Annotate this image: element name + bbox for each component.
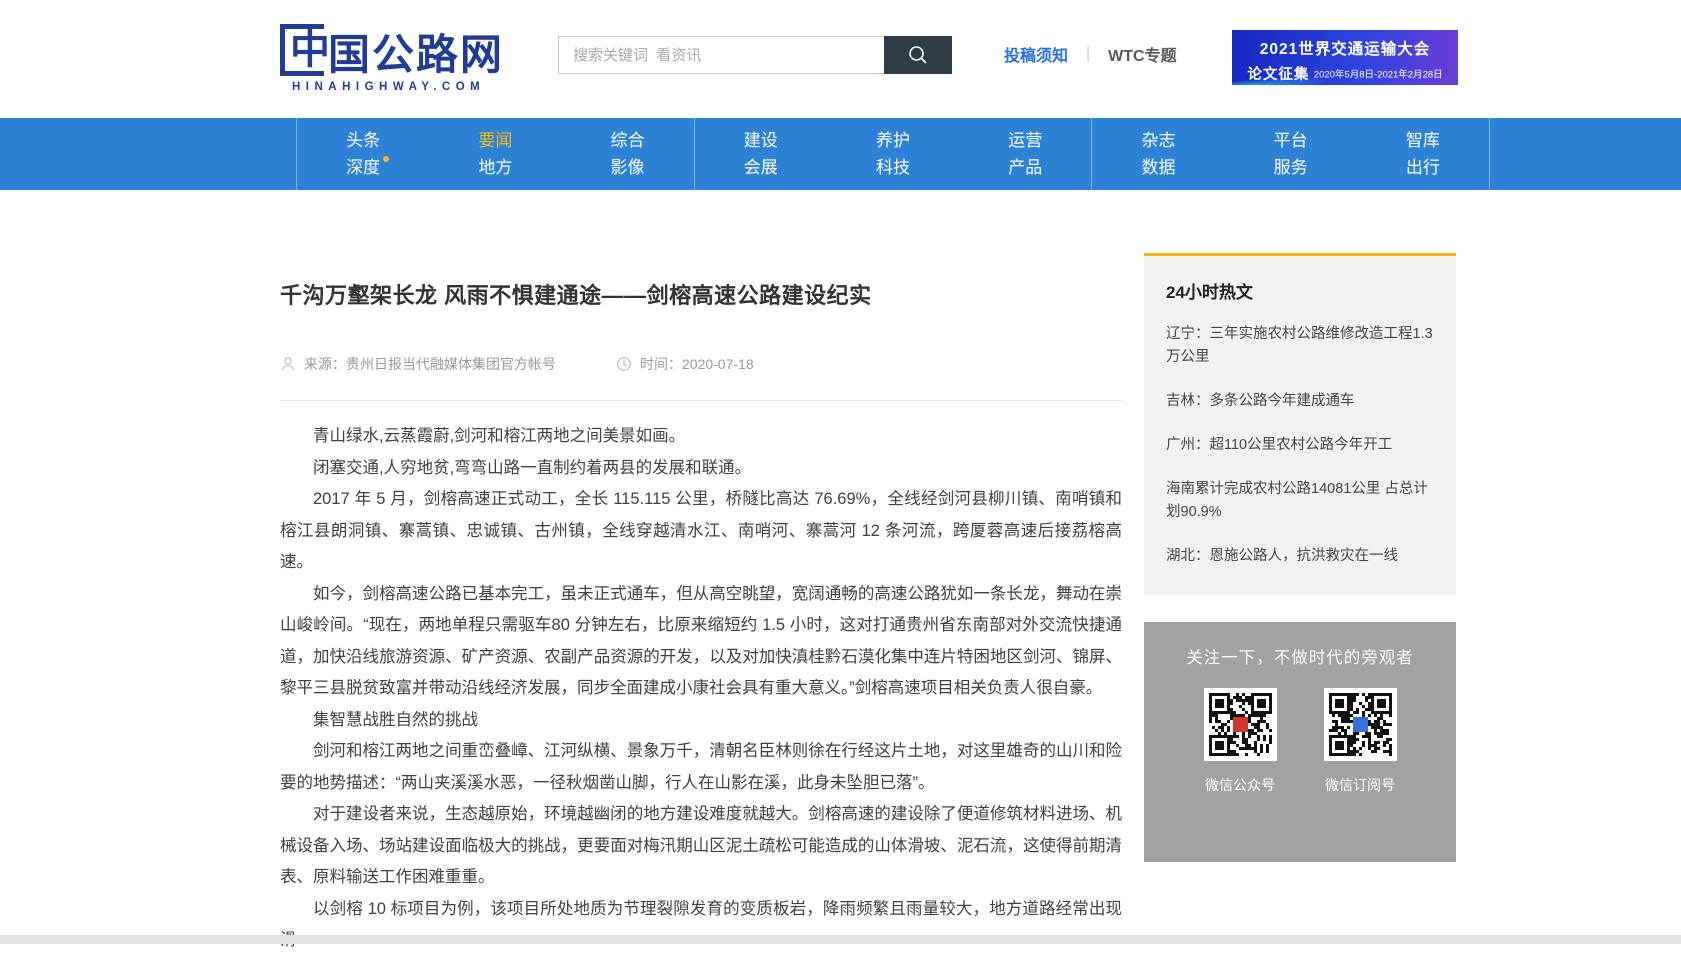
wechat-follow-panel: 关注一下，不做时代的旁观者 微信公众号 微信订阅号 [1144,622,1456,862]
hot-article-item[interactable]: 辽宁：三年实施农村公路维修改造工程1.3万公里 [1166,323,1434,369]
hot-article-item[interactable]: 海南累计完成农村公路14081公里 占总计划90.9% [1166,478,1434,524]
sidebar: 24小时热文 辽宁：三年实施农村公路维修改造工程1.3万公里吉林：多条公路今年建… [1144,253,1456,862]
qr-pattern [1329,693,1392,756]
nav-link[interactable]: 杂志 [1141,132,1175,149]
nav-column: 运营产品 [959,118,1091,190]
new-dot-icon [383,156,389,162]
nav-link[interactable]: 数据 [1141,159,1175,176]
main-nav: 头条深度要闻地方综合影像建设会展养护科技运营产品杂志数据平台服务智库出行 [0,118,1681,190]
nav-link[interactable]: 影像 [611,159,645,176]
nav-column: 综合影像 [561,118,693,190]
nav-link[interactable]: 头条 [346,132,380,149]
qr-pattern [1209,693,1272,756]
nav-column: 杂志数据 [1092,118,1224,190]
hot-article-item[interactable]: 湖北：恩施公路人，抗洪救灾在一线 [1166,545,1434,568]
nav-column: 养护科技 [827,118,959,190]
banner-ad[interactable]: 2021世界交通运输大会 论文征集 2020年5月8日-2021年2月28日 [1232,30,1458,85]
nav-column: 平台服务 [1225,118,1357,190]
site-logo[interactable]: 中 国公路网 HINAHIGHWAY.COM [280,24,504,93]
banner-line1: 2021世界交通运输大会 [1232,37,1458,59]
article-paragraph: 对于建设者来说，生态越原始，环境越幽闭的地方建设难度就越大。剑榕高速的建设除了便… [280,799,1122,894]
nav-link[interactable]: 服务 [1274,159,1308,176]
nav-link[interactable]: 会展 [744,159,778,176]
header-links: 投稿须知 | WTC专题 [1004,42,1177,66]
hot-articles-list: 辽宁：三年实施农村公路维修改造工程1.3万公里吉林：多条公路今年建成通车广州：超… [1166,323,1434,568]
nav-group: 杂志数据平台服务智库出行 [1091,118,1490,190]
search-button[interactable] [884,36,952,74]
hot-article-item[interactable]: 广州：超110公里农村公路今年开工 [1166,434,1434,457]
search-icon [907,44,929,66]
meta-divider [280,400,1122,401]
hot-articles-title: 24小时热文 [1166,278,1434,303]
article-meta: 来源： 贵州日报当代融媒体集团官方帐号 时间： 2020-07-18 [280,354,1122,374]
nav-column: 要闻地方 [429,118,561,190]
article-time: 时间： 2020-07-18 [616,354,754,374]
article-paragraph: 2017 年 5 月，剑榕高速正式动工，全长 115.115 公里，桥隧比高达 … [280,484,1122,579]
source-value: 贵州日报当代融媒体集团官方帐号 [346,354,556,374]
qr-item: 微信订阅号 [1324,688,1397,795]
time-value: 2020-07-18 [682,356,754,372]
nav-link[interactable]: 地方 [478,159,512,176]
nav-link[interactable]: 科技 [876,159,910,176]
logo-text: 国公路网 [328,34,504,76]
search-input[interactable] [558,36,884,74]
qr-code-icon[interactable] [1204,688,1277,761]
link-wtc-special[interactable]: WTC专题 [1108,42,1176,66]
qr-label: 微信公众号 [1205,775,1275,795]
person-icon [280,356,296,372]
qr-code-icon[interactable] [1324,688,1397,761]
article-source: 来源： 贵州日报当代融媒体集团官方帐号 [280,354,556,374]
nav-column: 智库出行 [1357,118,1489,190]
nav-link[interactable]: 出行 [1406,159,1440,176]
nav-link[interactable]: 深度 [346,159,380,176]
nav-link[interactable]: 建设 [744,132,778,149]
article-paragraph: 集智慧战胜自然的挑战 [280,705,1122,737]
logo-wordmark: 中 国公路网 [280,24,504,76]
link-separator: | [1086,45,1090,63]
nav-link[interactable]: 产品 [1008,159,1042,176]
article-paragraph: 如今，剑榕高速公路已基本完工，虽未正式通车，但从高空眺望，宽阔通畅的高速公路犹如… [280,579,1122,705]
nav-column: 建设会展 [695,118,827,190]
nav-column: 头条深度 [297,118,429,190]
nav-link[interactable]: 平台 [1274,132,1308,149]
nav-link[interactable]: 综合 [611,132,645,149]
qr-label: 微信订阅号 [1325,775,1395,795]
article-paragraph: 剑河和榕江两地之间重峦叠嶂、江河纵横、景象万千，清朝名臣林则徐在行经这片土地，对… [280,736,1122,799]
qr-item: 微信公众号 [1204,688,1277,795]
site-header: 中 国公路网 HINAHIGHWAY.COM 投稿须知 | WTC专题 2021… [0,0,1681,118]
logo-bracket-mark: 中 [280,24,324,76]
article-paragraph: 青山绿水,云蒸霞蔚,剑河和榕江两地之间美景如画。 [280,421,1122,453]
source-label: 来源： [304,354,346,374]
qr-codes: 微信公众号 微信订阅号 [1144,688,1456,795]
nav-link[interactable]: 要闻 [478,132,512,149]
article-paragraph: 闭塞交通,人穷地贫,弯弯山路一直制约着两县的发展和联通。 [280,453,1122,485]
nav-group: 建设会展养护科技运营产品 [694,118,1092,190]
logo-subtext: HINAHIGHWAY.COM [280,81,504,93]
hot-article-item[interactable]: 吉林：多条公路今年建成通车 [1166,390,1434,413]
clock-icon [616,356,632,372]
link-submission-notice[interactable]: 投稿须知 [1004,42,1068,66]
search-bar [558,36,952,74]
nav-link[interactable]: 智库 [1406,132,1440,149]
article-paragraph: 以剑榕 10 标项目为例，该项目所处地质为节理裂隙发育的变质板岩，降雨频繁且雨量… [280,894,1122,957]
nav-group: 头条深度要闻地方综合影像 [296,118,694,190]
nav-link[interactable]: 养护 [876,132,910,149]
nav-items: 头条深度要闻地方综合影像建设会展养护科技运营产品杂志数据平台服务智库出行 [296,118,1490,190]
article-body: 青山绿水,云蒸霞蔚,剑河和榕江两地之间美景如画。闭塞交通,人穷地贫,弯弯山路一直… [280,421,1122,957]
article-title: 千沟万壑架长龙 风雨不惧建通途——剑榕高速公路建设纪实 [280,278,1122,310]
article: 千沟万壑架长龙 风雨不惧建通途——剑榕高速公路建设纪实 来源： 贵州日报当代融媒… [280,190,1122,957]
nav-link[interactable]: 运营 [1008,132,1042,149]
hot-articles-panel: 24小时热文 辽宁：三年实施农村公路维修改造工程1.3万公里吉林：多条公路今年建… [1144,253,1456,595]
wechat-follow-title: 关注一下，不做时代的旁观者 [1144,644,1456,668]
footer-strip [0,935,1681,944]
banner-line2: 论文征集 2020年5月8日-2021年2月28日 [1232,63,1458,84]
time-label: 时间： [640,354,682,374]
